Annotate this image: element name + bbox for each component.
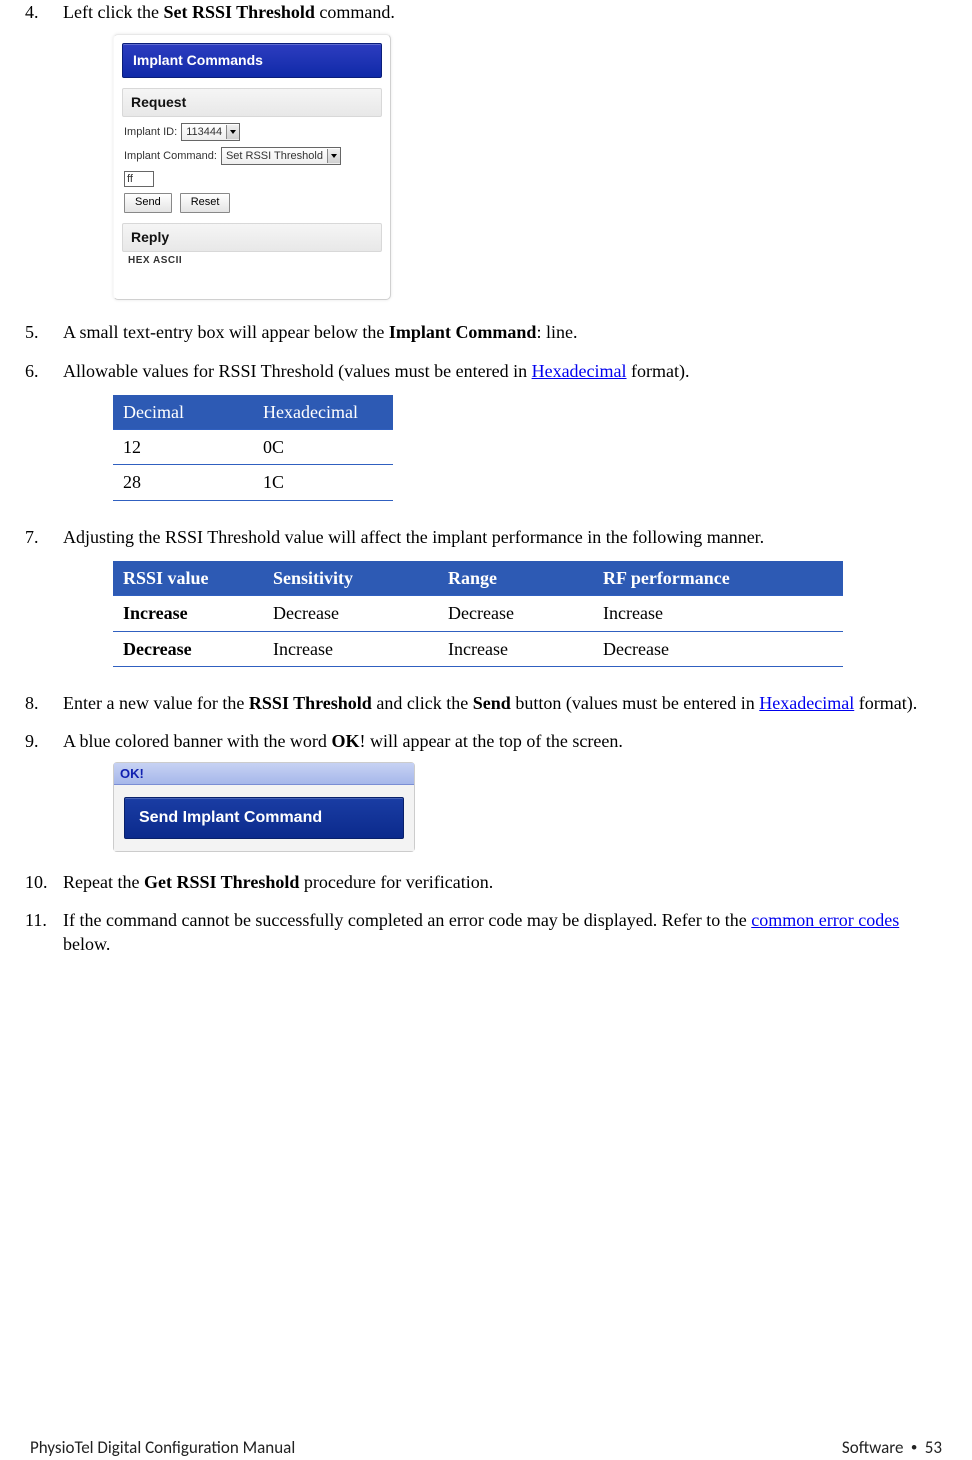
step-6: 6. Allowable values for RSSI Threshold (… (25, 359, 947, 501)
rssi-effect-table: RSSI value Sensitivity Range RF performa… (113, 561, 843, 667)
hex-ascii-label: HEX ASCII (122, 252, 382, 268)
chevron-down-icon (327, 149, 340, 163)
th-rssi: RSSI value (113, 561, 263, 596)
step-num: 6. (25, 359, 39, 383)
step-text: Repeat the Get RSSI Threshold procedure … (63, 872, 493, 892)
step-text: Left click the Set RSSI Threshold comman… (63, 2, 395, 22)
footer-left: PhysioTel Digital Configuration Manual (30, 1437, 295, 1460)
step-9: 9. A blue colored banner with the word O… (25, 729, 947, 851)
step-11: 11. If the command cannot be successfull… (25, 908, 947, 957)
step-num: 4. (25, 0, 39, 24)
chevron-down-icon (226, 125, 239, 139)
step-text: A small text-entry box will appear below… (63, 322, 577, 342)
implant-command-select[interactable]: Set RSSI Threshold (221, 147, 341, 165)
screenshot-ok-banner: OK! Send Implant Command (113, 762, 415, 852)
step-text: If the command cannot be successfully co… (63, 910, 899, 954)
send-button[interactable]: Send (124, 193, 172, 213)
implant-id-select[interactable]: 113444 (181, 123, 240, 141)
implant-command-label: Implant Command: (124, 149, 217, 164)
table-row: Decrease Increase Increase Decrease (113, 631, 843, 666)
step-num: 9. (25, 729, 39, 753)
th-rf: RF performance (593, 561, 843, 596)
step-num: 7. (25, 525, 39, 549)
step-num: 5. (25, 320, 39, 344)
th-range: Range (438, 561, 593, 596)
send-command-title: Send Implant Command (124, 797, 404, 839)
screenshot-implant-commands: Implant Commands Request Implant ID: 113… (113, 34, 391, 300)
hex-table: Decimal Hexadecimal 12 0C 28 1C (113, 395, 393, 501)
request-header: Request (122, 88, 382, 117)
table-row: 28 1C (113, 465, 393, 500)
footer-right: Software • 53 (842, 1437, 942, 1460)
panel-title: Implant Commands (122, 43, 382, 78)
step-text: Allowable values for RSSI Threshold (val… (63, 361, 690, 381)
page-footer: PhysioTel Digital Configuration Manual S… (25, 1437, 947, 1460)
error-codes-link[interactable]: common error codes (751, 910, 899, 930)
ok-banner: OK! (114, 763, 414, 786)
hexadecimal-link[interactable]: Hexadecimal (759, 693, 854, 713)
th-decimal: Decimal (113, 395, 253, 430)
th-sensitivity: Sensitivity (263, 561, 438, 596)
step-10: 10. Repeat the Get RSSI Threshold proced… (25, 870, 947, 894)
implant-id-label: Implant ID: (124, 125, 177, 140)
th-hex: Hexadecimal (253, 395, 393, 430)
hexadecimal-link[interactable]: Hexadecimal (532, 361, 627, 381)
step-num: 8. (25, 691, 39, 715)
table-row: Increase Decrease Decrease Increase (113, 596, 843, 631)
table-row: 12 0C (113, 430, 393, 465)
step-text: Adjusting the RSSI Threshold value will … (63, 527, 764, 547)
step-7: 7. Adjusting the RSSI Threshold value wi… (25, 525, 947, 667)
step-text: A blue colored banner with the word OK! … (63, 731, 623, 751)
step-8: 8. Enter a new value for the RSSI Thresh… (25, 691, 947, 715)
step-4: 4. Left click the Set RSSI Threshold com… (25, 0, 947, 300)
reply-header: Reply (122, 223, 382, 252)
threshold-input[interactable]: ff (124, 171, 154, 187)
step-5: 5. A small text-entry box will appear be… (25, 320, 947, 344)
step-num: 10. (25, 870, 48, 894)
reset-button[interactable]: Reset (180, 193, 231, 213)
step-text: Enter a new value for the RSSI Threshold… (63, 693, 917, 713)
cmd-name: Set RSSI Threshold (163, 2, 314, 22)
step-num: 11. (25, 908, 47, 932)
